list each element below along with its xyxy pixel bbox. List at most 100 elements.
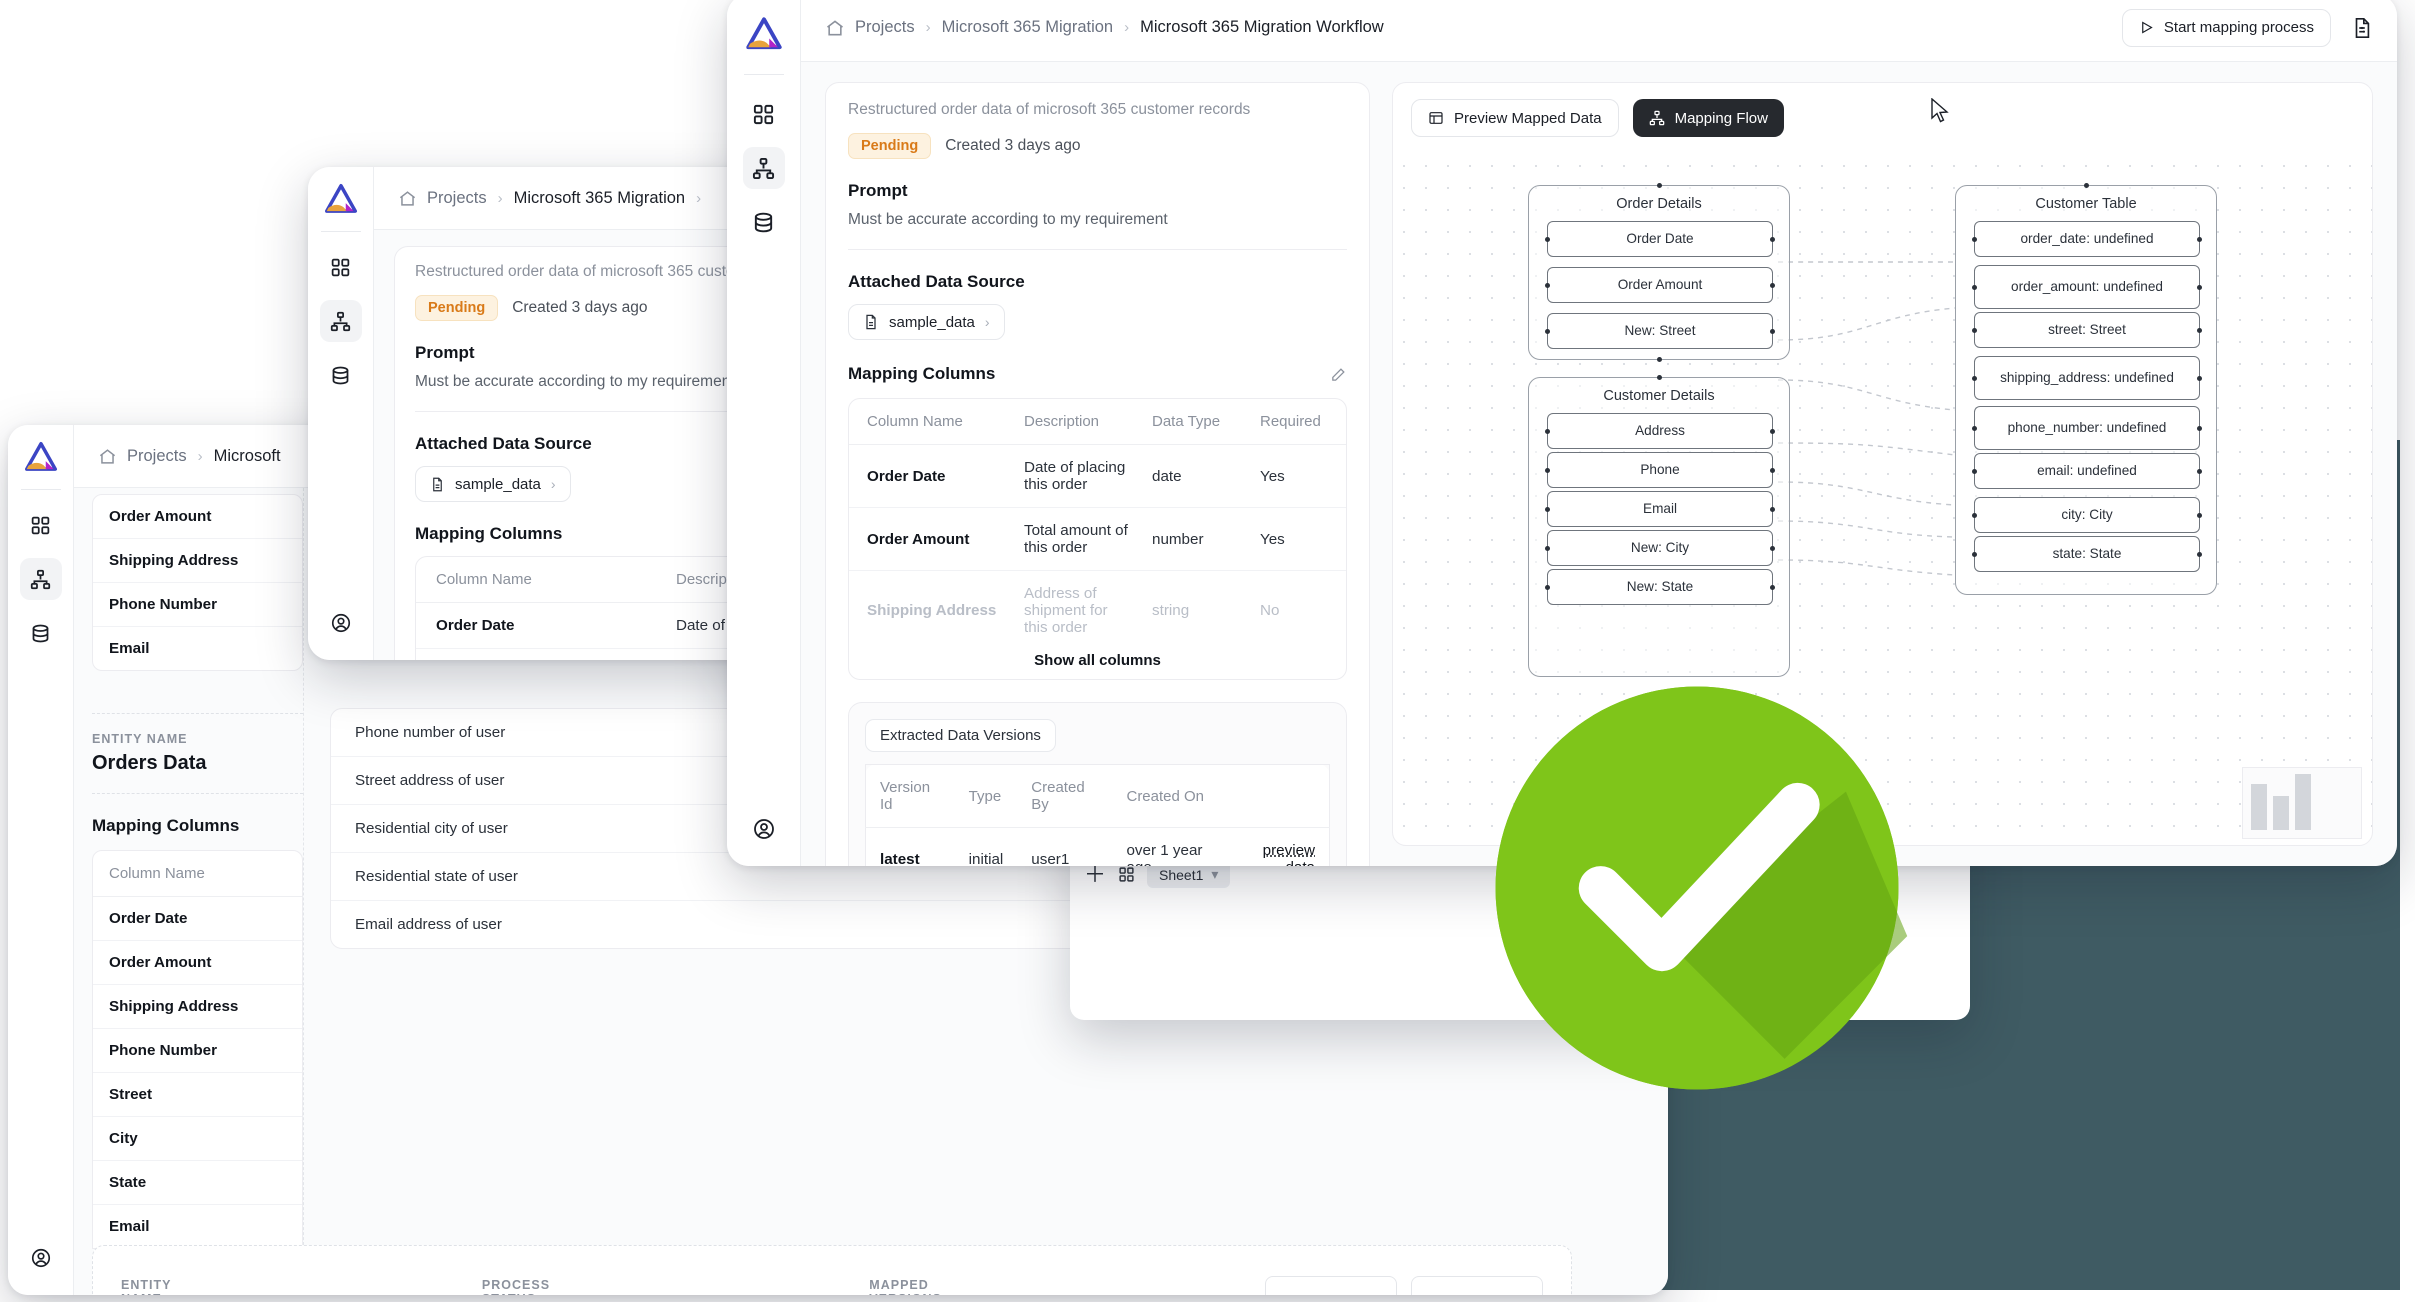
node-port-left[interactable]: [1972, 375, 1977, 381]
file-settings-icon[interactable]: [2345, 11, 2379, 45]
node-port-left[interactable]: [1545, 328, 1550, 334]
node-port-left[interactable]: [1545, 506, 1550, 512]
node-port-left[interactable]: [1972, 425, 1977, 431]
group-port-top[interactable]: [1656, 183, 1662, 188]
flow-group-order-details[interactable]: Order Details Order Date Order Amount Ne…: [1528, 183, 1790, 362]
breadcrumb-mid[interactable]: Projects › Microsoft 365 Migration ›: [427, 189, 701, 208]
breadcrumb-item-migration-mid[interactable]: Microsoft 365 Migration: [514, 189, 686, 208]
sidebar-item-dashboard[interactable]: [743, 93, 785, 135]
list-item[interactable]: Phone Number: [93, 583, 302, 627]
sidebar-item-data-sources-mid[interactable]: [320, 354, 362, 396]
sidebar-item-workflows-back[interactable]: [19, 558, 62, 600]
node-port-left[interactable]: [1972, 551, 1977, 557]
flow-node[interactable]: shipping_address: undefined: [1972, 356, 2202, 400]
sidebar-item-data-sources[interactable]: [743, 201, 785, 243]
table-row[interactable]: Order Date: [93, 897, 302, 941]
show-all-columns-button[interactable]: Show all columns: [849, 650, 1346, 679]
group-port-bottom[interactable]: [1656, 357, 1662, 362]
sidebar-rail-back[interactable]: [8, 425, 74, 1295]
node-port-right[interactable]: [2197, 236, 2202, 242]
sidebar-item-dashboard-mid[interactable]: [320, 246, 362, 288]
node-port-left[interactable]: [1972, 468, 1977, 474]
node-port-left[interactable]: [1545, 428, 1550, 434]
table-row[interactable]: Order Amount Total amount of this order …: [849, 507, 1346, 571]
flow-minimap[interactable]: [2242, 767, 2362, 839]
node-port-right[interactable]: [2197, 327, 2202, 333]
footer-button-1[interactable]: [1265, 1276, 1397, 1295]
node-port-right[interactable]: [1770, 584, 1775, 590]
sidebar-item-account-back[interactable]: [20, 1237, 62, 1279]
node-port-right[interactable]: [2197, 468, 2202, 474]
table-row[interactable]: State: [93, 1161, 302, 1205]
list-item[interactable]: Order Amount: [93, 495, 302, 539]
list-item[interactable]: Shipping Address: [93, 539, 302, 583]
table-row[interactable]: Street: [93, 1073, 302, 1117]
node-port-right[interactable]: [1770, 506, 1775, 512]
flow-node[interactable]: Email: [1545, 491, 1775, 527]
table-row[interactable]: Phone Number: [93, 1029, 302, 1073]
flow-node[interactable]: Phone: [1545, 452, 1775, 488]
node-port-left[interactable]: [1545, 467, 1550, 473]
table-row[interactable]: latest initial user1 over 1 year ago pre…: [865, 827, 1330, 866]
home-icon-mid[interactable]: [398, 189, 417, 208]
node-port-left[interactable]: [1972, 284, 1977, 290]
table-row[interactable]: Shipping Address: [93, 985, 302, 1029]
flow-node[interactable]: email: undefined: [1972, 453, 2202, 489]
plus-icon[interactable]: ＋: [1084, 863, 1106, 886]
breadcrumb-item-projects-mid[interactable]: Projects: [427, 189, 487, 208]
mapping-columns-table[interactable]: Column Name Description Data Type Requir…: [848, 398, 1347, 680]
breadcrumb-item-migration[interactable]: Microsoft 365 Migration: [942, 18, 1114, 37]
group-port-top[interactable]: [2083, 183, 2089, 188]
sidebar-item-dashboard-back[interactable]: [20, 504, 62, 546]
tab-preview-mapped-data[interactable]: Preview Mapped Data: [1411, 99, 1619, 137]
node-port-left[interactable]: [1545, 545, 1550, 551]
start-mapping-process-button[interactable]: Start mapping process: [2121, 8, 2331, 47]
sidebar-item-data-sources-back[interactable]: [20, 612, 62, 654]
grid-icon-sheet[interactable]: [1118, 866, 1135, 883]
flow-node[interactable]: New: Street: [1545, 313, 1775, 349]
sidebar-rail-front[interactable]: [727, 0, 801, 866]
flow-node[interactable]: Order Amount: [1545, 267, 1775, 303]
sidebar-item-workflows[interactable]: [742, 147, 785, 189]
node-port-left[interactable]: [1972, 236, 1977, 242]
sidebar-item-account[interactable]: [743, 808, 785, 850]
flow-node[interactable]: New: City: [1545, 530, 1775, 566]
node-port-right[interactable]: [2197, 551, 2202, 557]
node-port-right[interactable]: [2197, 512, 2202, 518]
group-port-top[interactable]: [1656, 375, 1662, 380]
breadcrumb-item-migration-back[interactable]: Microsoft: [214, 447, 281, 466]
node-port-right[interactable]: [1770, 236, 1775, 242]
list-item[interactable]: Email: [93, 627, 302, 670]
side-column-list[interactable]: Order Amount Shipping Address Phone Numb…: [92, 494, 303, 671]
table-row[interactable]: City: [93, 1117, 302, 1161]
footer-button-2[interactable]: [1411, 1276, 1543, 1295]
node-port-right[interactable]: [2197, 284, 2202, 290]
table-row[interactable]: Order Date Date of placing this order da…: [849, 444, 1346, 508]
tab-mapping-flow[interactable]: Mapping Flow: [1632, 99, 1784, 137]
flow-node[interactable]: city: City: [1972, 497, 2202, 533]
flow-node[interactable]: state: State: [1972, 536, 2202, 572]
node-port-right[interactable]: [2197, 375, 2202, 381]
breadcrumb-item-projects-back[interactable]: Projects: [127, 447, 187, 466]
sidebar-item-workflows-mid[interactable]: [319, 300, 362, 342]
breadcrumb-back[interactable]: Projects › Microsoft: [127, 447, 281, 466]
preview-data-link[interactable]: preview data: [1263, 842, 1315, 866]
breadcrumb[interactable]: Projects › Microsoft 365 Migration › Mic…: [855, 18, 1384, 37]
home-icon-back[interactable]: [98, 447, 117, 466]
versions-table[interactable]: Version Id Type Created By Created On la…: [865, 764, 1330, 866]
data-source-chip[interactable]: sample_data ›: [848, 304, 1005, 340]
flow-node[interactable]: New: State: [1545, 569, 1775, 605]
flow-group-customer-table[interactable]: Customer Table order_date: undefined ord…: [1955, 183, 2217, 595]
data-source-chip-mid[interactable]: sample_data ›: [415, 466, 571, 502]
mapping-column-list-back[interactable]: Column Name Order Date Order Amount Ship…: [92, 850, 303, 1249]
table-row[interactable]: Order Amount: [93, 941, 302, 985]
node-port-right[interactable]: [1770, 545, 1775, 551]
sidebar-item-account-mid[interactable]: [320, 602, 362, 644]
flow-node[interactable]: order_amount: undefined: [1972, 265, 2202, 309]
node-port-left[interactable]: [1545, 584, 1550, 590]
home-icon[interactable]: [825, 18, 845, 38]
node-port-left[interactable]: [1545, 282, 1550, 288]
sidebar-rail-mid[interactable]: [308, 167, 374, 660]
node-port-right[interactable]: [1770, 428, 1775, 434]
node-port-left[interactable]: [1972, 327, 1977, 333]
